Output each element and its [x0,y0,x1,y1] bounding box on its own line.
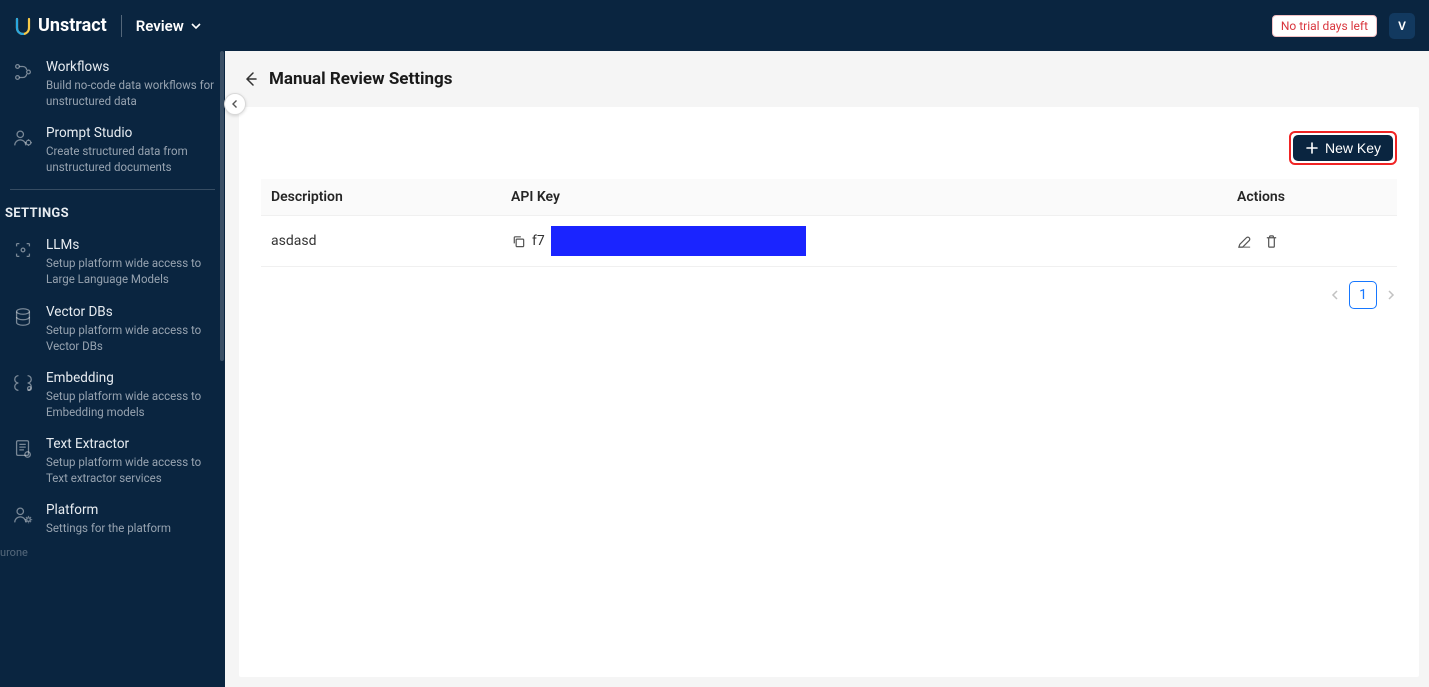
workflows-icon [10,59,36,109]
main-content: Manual Review Settings New Key [225,51,1429,687]
back-arrow-icon[interactable] [243,71,259,87]
sidebar-item-desc: Setup platform wide access to Large Lang… [46,255,215,287]
new-key-button[interactable]: New Key [1293,135,1393,161]
col-header-apikey: API Key [501,179,1227,216]
page-title: Manual Review Settings [269,69,452,89]
sidebar-item-title: LLMs [46,237,215,253]
sidebar-item-desc: Setup platform wide access to Vector DBs [46,322,215,354]
sidebar-section-title: SETTINGS [0,196,225,229]
edit-icon[interactable] [1237,234,1252,249]
new-key-label: New Key [1325,140,1381,156]
sidebar-item-title: Workflows [46,59,215,75]
header-right: No trial days left V [1272,13,1415,39]
cell-apikey: f7 [501,216,1227,267]
new-key-highlight: New Key [1289,131,1397,165]
sidebar-item-title: Platform [46,502,171,518]
brand-mark-icon [14,17,32,35]
header-divider [121,15,122,37]
review-dropdown-label: Review [136,17,184,35]
table-row: asdasd f7 [261,216,1397,267]
pagination: 1 [261,267,1397,309]
col-header-actions: Actions [1227,179,1397,216]
trial-badge[interactable]: No trial days left [1272,15,1377,37]
card-toolbar: New Key [261,131,1397,165]
table-header-row: Description API Key Actions [261,179,1397,216]
sidebar-item-title: Prompt Studio [46,125,215,141]
platform-icon [10,502,36,536]
sidebar-divider [10,189,215,190]
sidebar-item-vector-dbs[interactable]: Vector DBs Setup platform wide access to… [0,296,225,362]
vector-dbs-icon [10,304,36,354]
sidebar-item-llms[interactable]: LLMs Setup platform wide access to Large… [0,229,225,295]
sidebar-collapse-button[interactable] [224,93,246,115]
sidebar-item-desc: Build no-code data workflows for unstruc… [46,77,215,109]
cell-description: asdasd [261,216,501,267]
sidebar-scrollbar[interactable] [220,51,224,361]
review-dropdown[interactable]: Review [136,17,202,35]
api-keys-table: Description API Key Actions asdasd [261,179,1397,267]
app-header: Unstract Review No trial days left V [0,0,1429,51]
plus-icon [1305,141,1319,155]
sidebar-item-platform[interactable]: Platform Settings for the platform [0,494,225,544]
sidebar-item-prompt-studio[interactable]: Prompt Studio Create structured data fro… [0,117,225,183]
apikey-redaction [551,226,806,256]
copy-icon[interactable] [511,234,526,249]
brand-logo[interactable]: Unstract [14,15,107,36]
llms-icon [10,237,36,287]
col-header-description: Description [261,179,501,216]
sidebar-item-title: Vector DBs [46,304,215,320]
sidebar-item-text-extractor[interactable]: Text Extractor Setup platform wide acces… [0,428,225,494]
chevron-down-icon [190,20,202,32]
delete-icon[interactable] [1264,234,1279,249]
sidebar-item-workflows[interactable]: Workflows Build no-code data workflows f… [0,51,225,117]
cell-actions [1227,216,1397,267]
header-left: Unstract Review [14,15,202,37]
page-header: Manual Review Settings [225,51,1429,107]
sidebar-item-desc: Settings for the platform [46,520,171,536]
sidebar-item-desc: Setup platform wide access to Text extra… [46,454,215,486]
sidebar-partial-text: urone [0,544,225,559]
pagination-prev[interactable] [1329,289,1341,301]
pagination-next[interactable] [1385,289,1397,301]
embedding-icon [10,370,36,420]
chevron-left-icon [230,99,240,109]
content-card: New Key Description API Key Actions [239,107,1419,677]
sidebar-item-desc: Create structured data from unstructured… [46,143,215,175]
prompt-studio-icon [10,125,36,175]
sidebar-item-desc: Setup platform wide access to Embedding … [46,388,215,420]
pagination-page-1[interactable]: 1 [1349,281,1377,309]
sidebar-item-title: Text Extractor [46,436,215,452]
apikey-prefix: f7 [532,233,545,249]
text-extractor-icon [10,436,36,486]
brand-name: Unstract [38,15,107,36]
sidebar-item-title: Embedding [46,370,215,386]
sidebar-item-embedding[interactable]: Embedding Setup platform wide access to … [0,362,225,428]
sidebar: Workflows Build no-code data workflows f… [0,51,225,687]
avatar[interactable]: V [1389,13,1415,39]
